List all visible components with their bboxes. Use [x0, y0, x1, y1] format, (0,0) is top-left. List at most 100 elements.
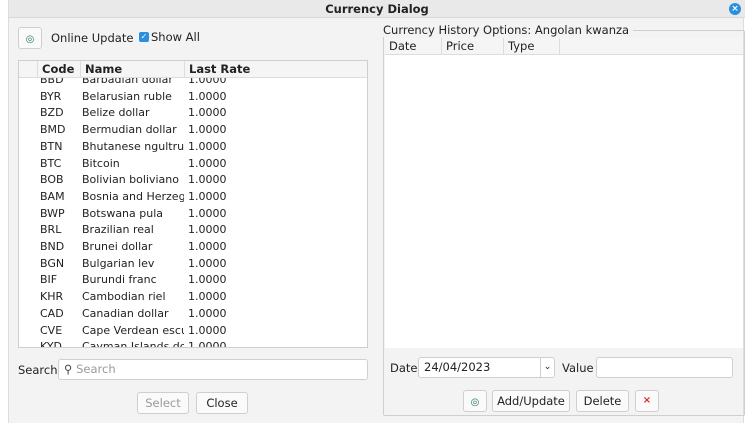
cell-code: BAM — [40, 189, 65, 203]
cell-name: Burundi franc — [82, 273, 157, 287]
table-row[interactable]: BWP Botswana pula 1.0000 — [19, 205, 367, 222]
cell-code: BWP — [40, 206, 65, 220]
cell-code: BZD — [40, 106, 64, 120]
table-row[interactable]: BZD Belize dollar 1.0000 — [19, 104, 367, 121]
column-header-price[interactable]: Price — [442, 38, 504, 55]
cell-code: BBD — [40, 78, 64, 86]
date-label: Date — [390, 361, 418, 375]
search-input[interactable]: ⚲ Search — [58, 359, 368, 380]
search-label: Search — [18, 363, 58, 377]
column-header-type[interactable]: Type — [504, 38, 560, 55]
table-row[interactable]: BIF Burundi franc 1.0000 — [19, 271, 367, 288]
show-all-label: Show All — [151, 30, 200, 44]
close-button[interactable]: Close — [196, 392, 248, 414]
value-input[interactable] — [596, 357, 733, 378]
table-row[interactable]: BND Brunei dollar 1.0000 — [19, 238, 367, 255]
table-row[interactable]: BTC Bitcoin 1.0000 — [19, 155, 367, 172]
add-update-button[interactable]: Add/Update — [492, 390, 570, 412]
cell-name: Bulgarian lev — [82, 256, 155, 270]
cell-code: BGN — [40, 256, 65, 270]
online-update-button[interactable]: ◎ — [18, 27, 42, 49]
table-row[interactable]: BAM Bosnia and Herzegovina 1.0000 — [19, 188, 367, 205]
cell-rate: 1.0000 — [188, 340, 227, 347]
cell-name: Belarusian ruble — [82, 89, 172, 103]
select-button[interactable]: Select — [137, 392, 189, 414]
cell-code: BTN — [40, 139, 63, 153]
table-row[interactable]: CAD Canadian dollar 1.0000 — [19, 305, 367, 322]
cell-rate: 1.0000 — [188, 123, 227, 137]
cell-code: CAD — [40, 306, 64, 320]
currency-rows: BBD Barbadian dollar 1.0000 BYR Belarusian r… — [19, 78, 367, 347]
table-row[interactable]: BTN Bhutanese ngultrum 1.0000 — [19, 138, 367, 155]
cell-code: CVE — [40, 323, 63, 337]
date-picker[interactable]: 24/04/2023 ⌄ — [418, 357, 555, 378]
cell-rate: 1.0000 — [188, 240, 227, 253]
cell-name: Bermudian dollar — [82, 123, 177, 137]
cell-name: Bitcoin — [82, 156, 120, 170]
cell-code: BOB — [40, 173, 64, 187]
online-update-icon: ◎ — [25, 34, 35, 45]
close-window-icon[interactable]: × — [729, 3, 741, 15]
cell-rate: 1.0000 — [188, 156, 227, 170]
cell-rate: 1.0000 — [188, 323, 227, 337]
cell-name: Belize dollar — [82, 106, 150, 120]
table-row[interactable]: BBD Barbadian dollar 1.0000 — [19, 78, 367, 88]
history-table[interactable]: Date Price Type — [385, 38, 743, 348]
cell-rate: 1.0000 — [188, 89, 227, 103]
cell-code: KHR — [40, 290, 64, 304]
column-header-last-rate[interactable]: Last Rate — [185, 61, 367, 78]
cell-code: BND — [40, 240, 65, 253]
cell-code: KYD — [40, 340, 63, 347]
column-header-date[interactable]: Date — [385, 38, 442, 55]
remove-icon[interactable]: × — [635, 390, 659, 412]
cell-name: Bosnia and Herzegovina — [82, 189, 184, 203]
cell-code: BMD — [40, 123, 66, 137]
column-header-name[interactable]: Name — [81, 61, 185, 78]
search-icon: ⚲ — [64, 362, 73, 376]
cell-rate: 1.0000 — [188, 78, 227, 86]
cell-code: BIF — [40, 273, 58, 287]
table-row[interactable]: CVE Cape Verdean escudo 1.0000 — [19, 322, 367, 339]
cell-name: Bolivian boliviano — [82, 173, 179, 187]
online-update-label: Online Update — [51, 31, 134, 45]
table-row[interactable]: KYD Cayman Islands dollar 1.0000 — [19, 338, 367, 347]
table-row[interactable]: BMD Bermudian dollar 1.0000 — [19, 121, 367, 138]
chevron-down-icon[interactable]: ⌄ — [540, 358, 554, 377]
cell-code: BRL — [40, 223, 62, 237]
history-online-update-button[interactable]: ◎ — [463, 390, 487, 412]
cell-name: Brazilian real — [82, 223, 154, 237]
cell-code: BYR — [40, 89, 62, 103]
cell-name: Cayman Islands dollar — [82, 340, 184, 347]
search-placeholder: Search — [76, 362, 116, 376]
value-label: Value — [562, 361, 594, 375]
table-row[interactable]: BYR Belarusian ruble 1.0000 — [19, 88, 367, 105]
date-value: 24/04/2023 — [424, 360, 491, 374]
currency-dialog: Currency Dialog × ◎ Online Update ✓ Show… — [8, 0, 745, 423]
cell-rate: 1.0000 — [188, 223, 227, 237]
table-row[interactable]: KHR Cambodian riel 1.0000 — [19, 288, 367, 305]
row-header-corner — [19, 61, 38, 78]
cell-name: Canadian dollar — [82, 306, 169, 320]
title-bar: Currency Dialog × — [9, 0, 745, 18]
cell-rate: 1.0000 — [188, 206, 227, 220]
cell-rate: 1.0000 — [188, 256, 227, 270]
table-row[interactable]: BOB Bolivian boliviano 1.0000 — [19, 171, 367, 188]
column-header-empty — [560, 38, 743, 55]
currency-history-title: Currency History Options: Angolan kwanza — [383, 23, 634, 37]
cell-name: Botswana pula — [82, 206, 164, 220]
cell-rate: 1.0000 — [188, 273, 227, 287]
table-row[interactable]: BGN Bulgarian lev 1.0000 — [19, 255, 367, 272]
currency-table[interactable]: Code Name Last Rate BBD Barbadian dollar 1… — [18, 60, 368, 348]
cell-code: BTC — [40, 156, 62, 170]
column-header-code[interactable]: Code — [38, 61, 81, 78]
cell-rate: 1.0000 — [188, 106, 227, 120]
window-title: Currency Dialog — [325, 2, 429, 16]
cell-name: Cape Verdean escudo — [82, 323, 184, 337]
online-update-icon: ◎ — [470, 397, 480, 408]
show-all-checkbox[interactable]: ✓ Show All — [139, 30, 200, 44]
cell-name: Cambodian riel — [82, 290, 166, 304]
cell-rate: 1.0000 — [188, 290, 227, 304]
cell-rate: 1.0000 — [188, 139, 227, 153]
delete-button[interactable]: Delete — [576, 390, 629, 412]
table-row[interactable]: BRL Brazilian real 1.0000 — [19, 221, 367, 238]
